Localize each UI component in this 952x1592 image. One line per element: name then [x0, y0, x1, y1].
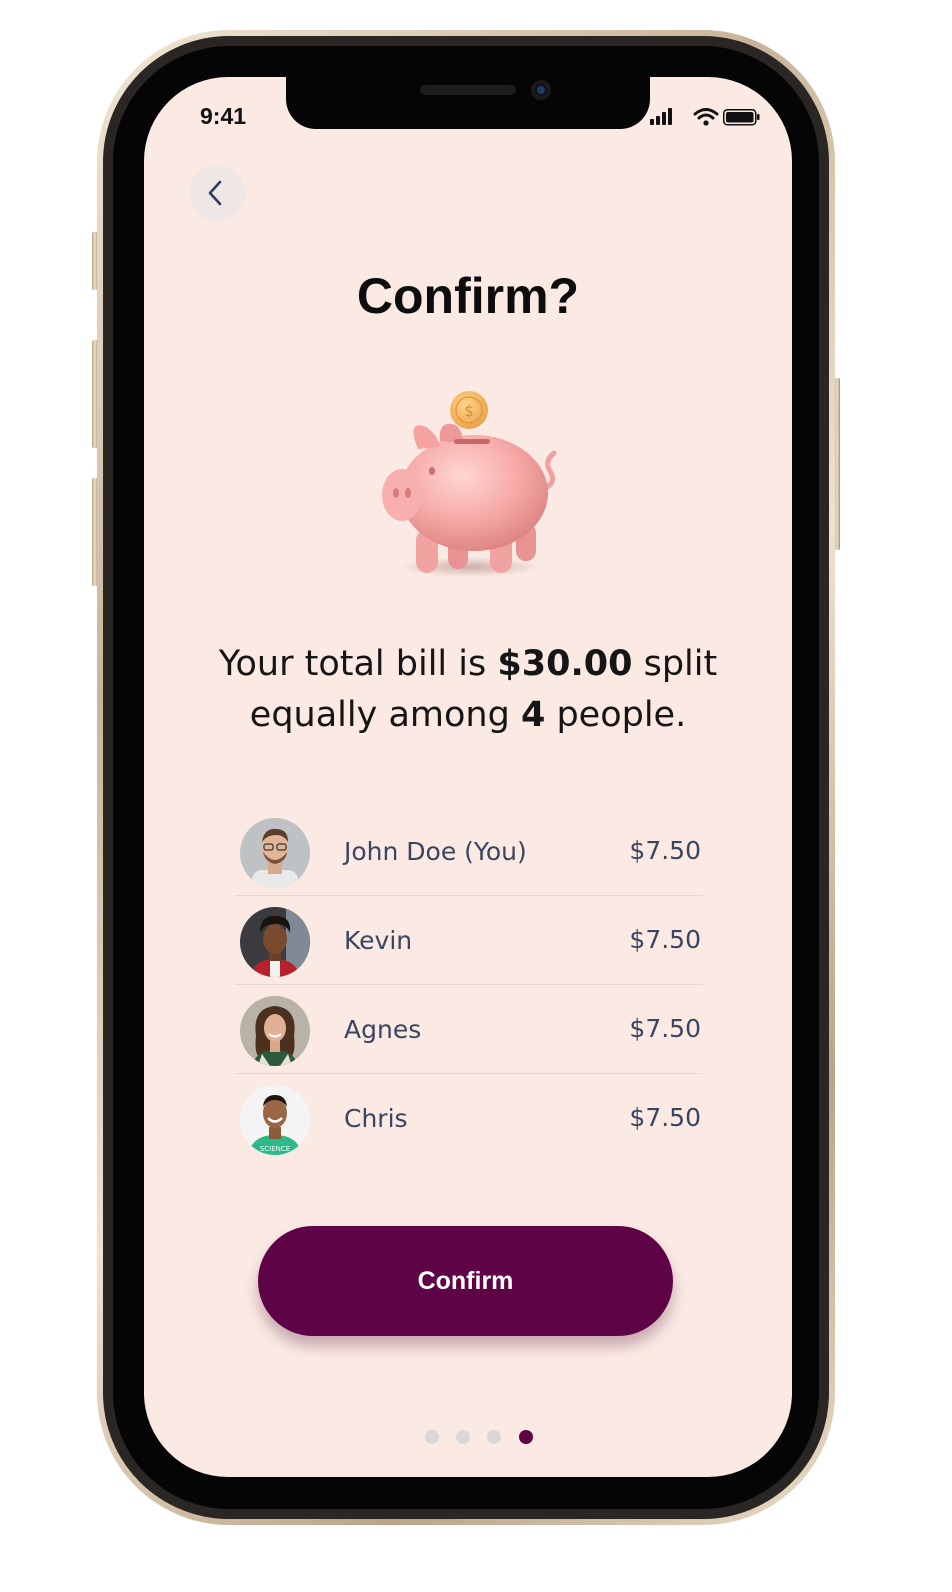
avatar [240, 996, 310, 1066]
page-dot[interactable] [456, 1430, 470, 1444]
list-item[interactable]: Kevin $7.50 [235, 896, 703, 985]
person-name: John Doe (You) [344, 837, 527, 866]
notch [286, 77, 650, 129]
page-dot[interactable] [487, 1430, 501, 1444]
wifi-icon [693, 108, 719, 126]
person-name: Agnes [344, 1015, 422, 1044]
person-amount: $7.50 [629, 925, 701, 954]
avatar [240, 818, 310, 888]
front-camera [531, 80, 551, 100]
svg-text:SCIENCE: SCIENCE [260, 1145, 290, 1153]
battery-icon [723, 109, 760, 126]
signal-icon [650, 108, 672, 125]
person-amount: $7.50 [629, 836, 701, 865]
summary-suffix: people. [556, 695, 687, 735]
people-list: John Doe (You) $7.50 Kevin $7.50 Agnes $… [235, 807, 703, 1162]
person-name: Kevin [344, 926, 413, 955]
pagination-dots [419, 1430, 539, 1444]
bill-summary: Your total bill is $30.00 split equally … [164, 639, 772, 741]
page-dot[interactable] [425, 1430, 439, 1444]
speaker-grille [420, 85, 516, 95]
list-item[interactable]: Agnes $7.50 [235, 985, 703, 1074]
app-screen: 9:41 Confirm? $ Your total bill is $30.0… [144, 77, 792, 1477]
coin-icon: $ [450, 391, 488, 429]
svg-text:$: $ [464, 402, 474, 420]
back-button[interactable] [189, 165, 245, 221]
page-title: Confirm? [356, 268, 580, 324]
confirm-button[interactable]: Confirm [258, 1226, 673, 1336]
page-dot-active[interactable] [519, 1430, 533, 1444]
avatar: SCIENCE [240, 1085, 310, 1155]
person-amount: $7.50 [629, 1014, 701, 1043]
status-icons [650, 108, 760, 126]
chevron-left-icon [208, 180, 222, 206]
person-name: Chris [344, 1104, 408, 1133]
summary-prefix: Your total bill is [218, 644, 487, 684]
avatar [240, 907, 310, 977]
list-item[interactable]: SCIENCE Chris $7.50 [235, 1074, 703, 1162]
status-time: 9:41 [200, 103, 247, 129]
person-amount: $7.50 [629, 1103, 701, 1132]
phone-frame: 9:41 Confirm? $ Your total bill is $30.0… [97, 30, 835, 1525]
summary-count: 4 [520, 695, 546, 735]
summary-total: $30.00 [497, 644, 633, 684]
list-item[interactable]: John Doe (You) $7.50 [235, 807, 703, 896]
piggy-bank-icon: $ [382, 391, 557, 577]
